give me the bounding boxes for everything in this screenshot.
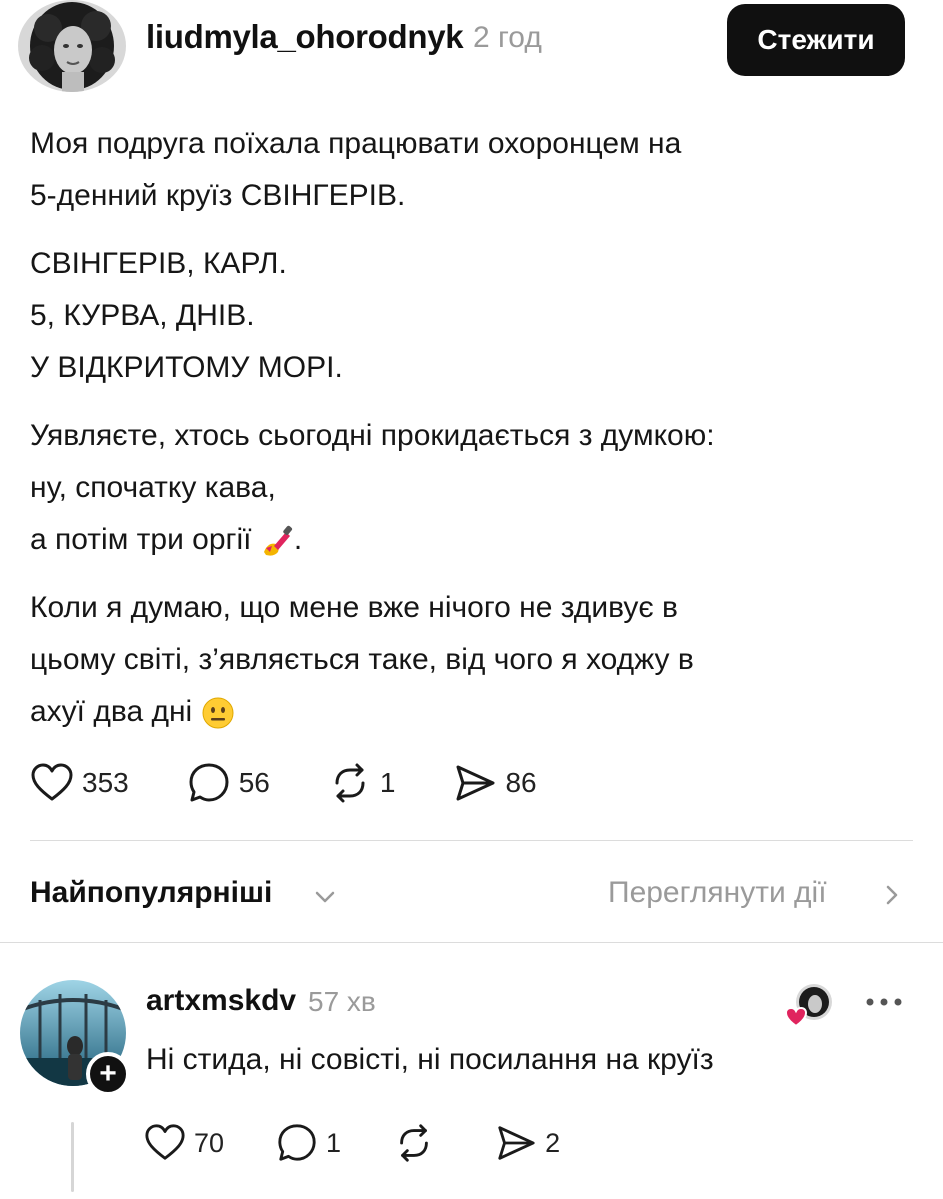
- post-line: 5-денний круїз СВІНГЕРІВ.: [30, 179, 406, 212]
- comment-count: 56: [238, 767, 270, 798]
- post-line: 5, КУРВА, ДНІВ.: [30, 299, 255, 332]
- comment-text: Ні стида, ні совісті, ні посилання на кр…: [146, 1043, 714, 1076]
- replies-sort-row: Найпопулярніші Переглянути дії: [0, 852, 943, 938]
- share-count: 86: [505, 767, 537, 798]
- post-line: СВІНГЕРІВ, КАРЛ.: [30, 247, 287, 280]
- repost-count: 1: [379, 767, 396, 798]
- like-button[interactable]: 353: [30, 761, 129, 805]
- comment-like-count: 70: [194, 1127, 225, 1158]
- post-line: Коли я думаю, що мене вже нічого не здив…: [30, 591, 678, 624]
- follow-button[interactable]: Стежити: [727, 4, 905, 76]
- divider: [30, 840, 913, 841]
- comment-button[interactable]: 56: [187, 761, 270, 805]
- send-icon: [498, 1126, 535, 1160]
- commenter-username[interactable]: artxmskdv: [146, 984, 296, 1018]
- like-count: 353: [82, 767, 129, 798]
- send-icon: [456, 765, 495, 801]
- comment-bubble-icon: [189, 763, 229, 802]
- post-header: liudmyla_ohorodnyk 2 год Стежити: [0, 0, 943, 100]
- comment-repost-button[interactable]: [393, 1122, 443, 1164]
- author-username[interactable]: liudmyla_ohorodnyk: [146, 18, 464, 56]
- comment-share-count: 2: [545, 1127, 561, 1158]
- post-actions: 353 56 1 86: [30, 758, 595, 808]
- author-liked-badge: [784, 980, 836, 1032]
- author-avatar[interactable]: [18, 0, 126, 92]
- neutral-face-emoji: [201, 696, 235, 730]
- post-text: Моя подруга поїхала працювати охоронцем …: [30, 118, 910, 754]
- sort-dropdown[interactable]: Найпопулярніші: [30, 876, 272, 910]
- heart-icon: [145, 1124, 185, 1160]
- comment-share-button[interactable]: 2: [495, 1122, 560, 1164]
- post-line-text: а потім три оргії: [30, 523, 252, 556]
- chevron-right-icon[interactable]: [880, 882, 904, 908]
- heart-icon: [784, 1006, 808, 1028]
- comment-bubble-icon: [278, 1124, 316, 1161]
- post-paragraph: Моя подруга поїхала працювати охоронцем …: [30, 118, 910, 222]
- post-line-text: ахуї два дні: [30, 695, 193, 728]
- share-button[interactable]: 86: [453, 761, 537, 805]
- follow-commenter-button[interactable]: +: [86, 1052, 130, 1096]
- post-line-with-emoji: а потім три оргії .: [30, 514, 910, 566]
- post-line-with-emoji: ахуї два дні: [30, 686, 910, 738]
- comment-time: 57 хв: [308, 986, 376, 1017]
- repost-button[interactable]: 1: [328, 761, 396, 805]
- repost-icon: [335, 763, 365, 803]
- post-line: цьому світі, з’являється таке, від чого …: [30, 643, 694, 676]
- nail-polish-emoji: [260, 524, 294, 558]
- view-activity-link[interactable]: Переглянути дії: [608, 876, 827, 910]
- repost-icon: [400, 1124, 428, 1162]
- post-line: ну, спочатку кава,: [30, 471, 276, 504]
- comment-reply-count: 1: [326, 1127, 342, 1158]
- post-line: Моя подруга поїхала працювати охоронцем …: [30, 127, 682, 160]
- chevron-down-icon[interactable]: [312, 884, 338, 910]
- more-options-icon[interactable]: [862, 990, 906, 1014]
- post-line: Уявляєте, хтось сьогодні прокидається з …: [30, 419, 715, 452]
- post-time: 2 год: [473, 21, 542, 54]
- heart-icon: [31, 763, 73, 801]
- comment-like-button[interactable]: 70: [144, 1122, 224, 1164]
- post-paragraph: Коли я думаю, що мене вже нічого не здив…: [30, 582, 910, 738]
- post-paragraph: СВІНГЕРІВ, КАРЛ. 5, КУРВА, ДНІВ. У ВІДКР…: [30, 238, 910, 394]
- comment-reply-button[interactable]: 1: [276, 1122, 341, 1164]
- divider: [0, 942, 943, 943]
- post-paragraph: Уявляєте, хтось сьогодні прокидається з …: [30, 410, 910, 566]
- post-line: У ВІДКРИТОМУ МОРІ.: [30, 351, 343, 384]
- comment-actions: 70 1 2: [144, 1120, 612, 1166]
- thread-line: [71, 1122, 74, 1192]
- post-line-period: .: [293, 523, 303, 556]
